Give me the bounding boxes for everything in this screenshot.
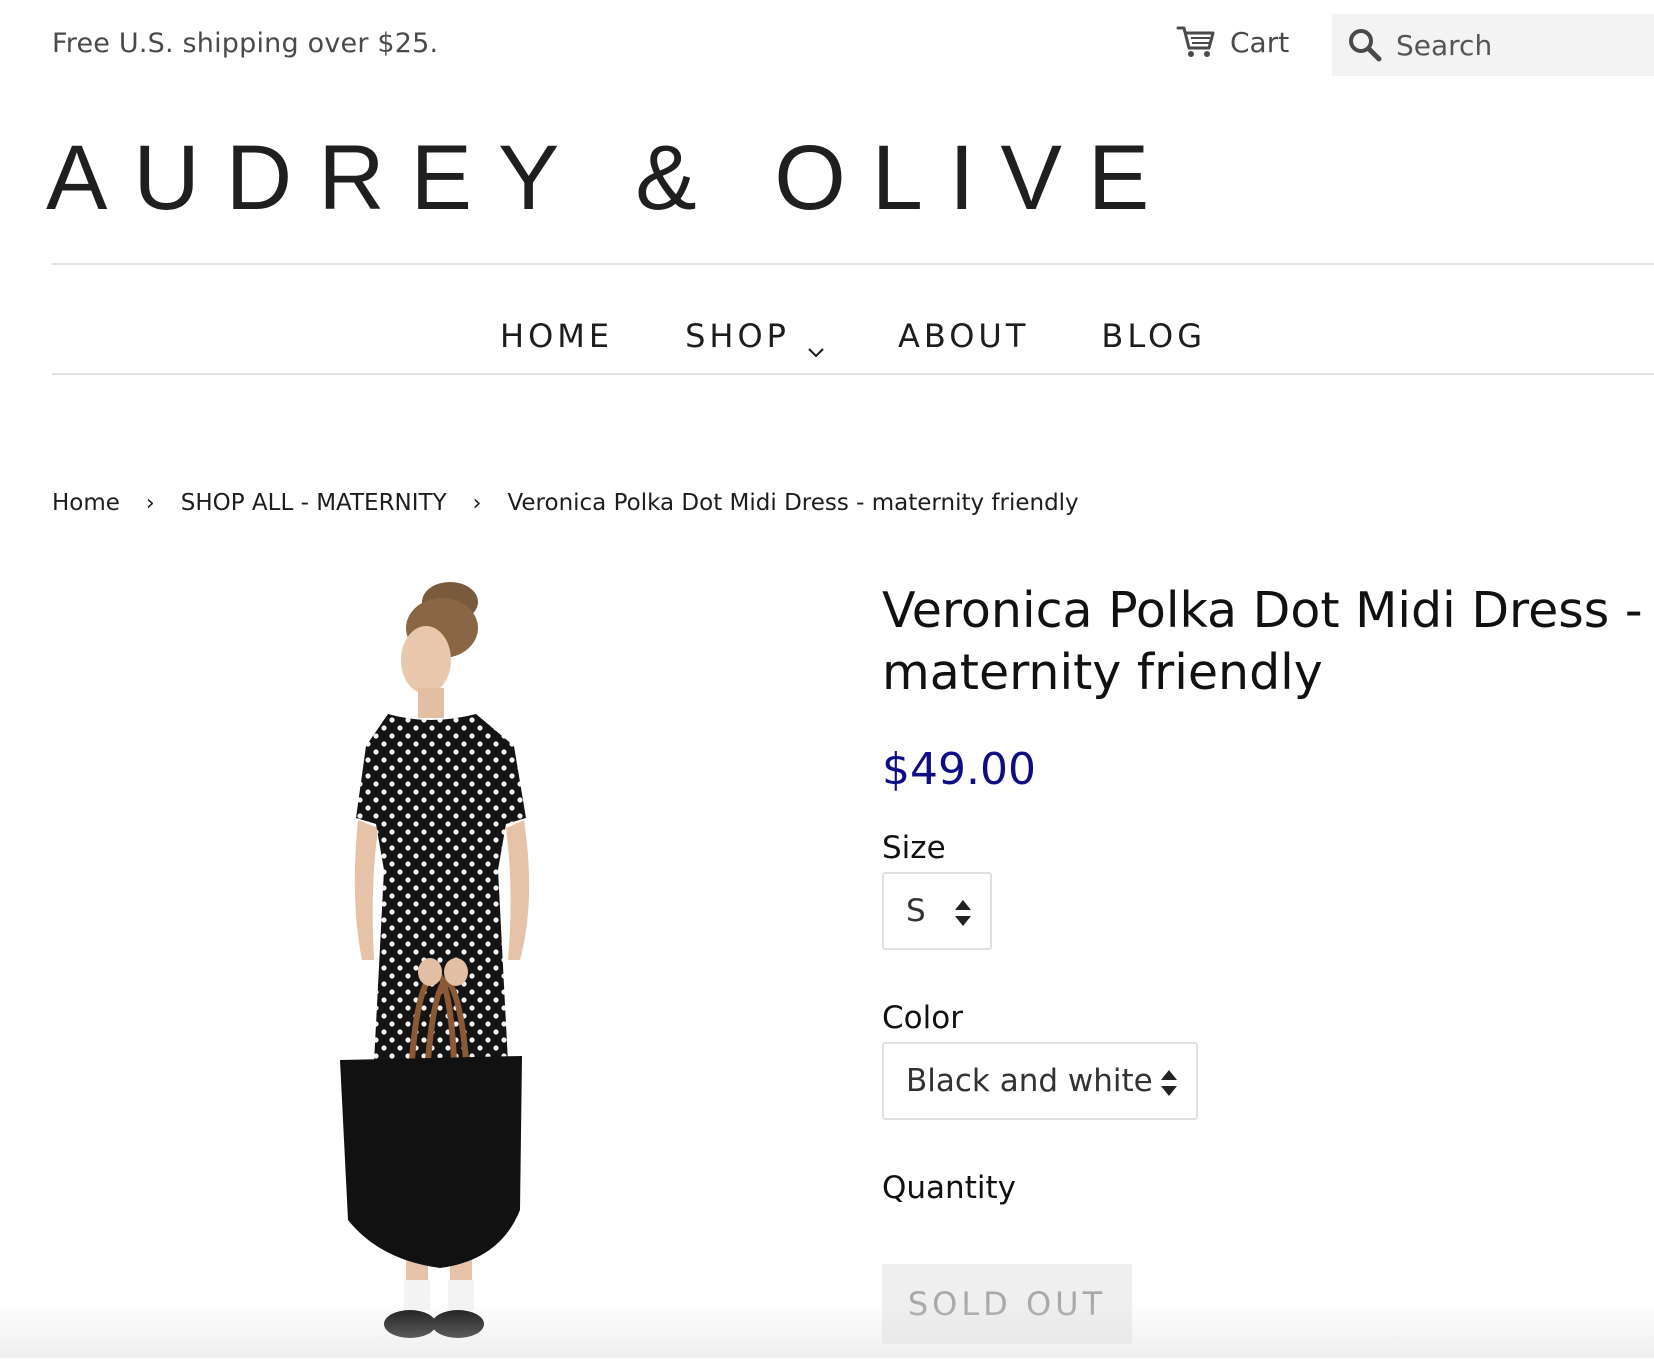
select-arrows-icon bbox=[954, 898, 972, 928]
cart-icon bbox=[1176, 24, 1216, 60]
cart-label: Cart bbox=[1230, 25, 1290, 59]
breadcrumb-separator: › bbox=[145, 490, 155, 516]
nav-item-label: ABOUT bbox=[897, 317, 1030, 355]
cart-link[interactable]: Cart bbox=[1176, 24, 1289, 60]
product-price: $49.00 bbox=[882, 744, 1036, 795]
size-selected-value: S bbox=[906, 893, 926, 929]
size-label: Size bbox=[882, 830, 946, 866]
sold-out-button[interactable]: SOLD OUT bbox=[882, 1264, 1132, 1344]
search-box bbox=[1332, 14, 1654, 76]
nav-item-label: SHOP bbox=[685, 317, 790, 355]
search-icon[interactable] bbox=[1348, 28, 1382, 62]
nav-bottom-divider bbox=[52, 373, 1654, 375]
nav-item-label: BLOG bbox=[1101, 317, 1206, 355]
search-input[interactable] bbox=[1394, 27, 1648, 63]
shipping-announcement: Free U.S. shipping over $25. bbox=[52, 28, 439, 59]
chevron-down-icon bbox=[806, 329, 826, 358]
breadcrumb-home[interactable]: Home bbox=[52, 490, 120, 516]
main-nav: HOME SHOP ABOUT BLOG bbox=[0, 278, 1654, 394]
select-arrows-icon bbox=[1160, 1068, 1178, 1098]
nav-item-blog[interactable]: BLOG bbox=[1101, 317, 1206, 355]
nav-item-label: HOME bbox=[500, 317, 614, 355]
breadcrumb-collection[interactable]: SHOP ALL - MATERNITY bbox=[181, 490, 447, 516]
top-bar: Free U.S. shipping over $25. Cart bbox=[0, 0, 1654, 90]
product-details: Veronica Polka Dot Midi Dress - maternit… bbox=[882, 580, 1654, 1344]
nav-item-about[interactable]: ABOUT bbox=[898, 317, 1029, 355]
size-select[interactable]: S bbox=[882, 872, 992, 950]
product-image[interactable] bbox=[300, 580, 600, 1358]
nav-item-shop[interactable]: SHOP bbox=[685, 317, 826, 358]
color-label: Color bbox=[882, 1000, 963, 1036]
site-logo[interactable]: AUDREY & OLIVE bbox=[46, 132, 1175, 224]
color-select[interactable]: Black and white bbox=[882, 1042, 1198, 1120]
nav-top-divider bbox=[52, 263, 1654, 265]
quantity-label: Quantity bbox=[882, 1170, 1016, 1206]
breadcrumb-current: Veronica Polka Dot Midi Dress - maternit… bbox=[507, 490, 1079, 516]
breadcrumb-separator: › bbox=[472, 490, 482, 516]
product-title: Veronica Polka Dot Midi Dress - maternit… bbox=[882, 582, 1643, 701]
bottom-scroll-shadow bbox=[0, 1300, 1654, 1358]
color-selected-value: Black and white bbox=[906, 1063, 1153, 1099]
nav-item-home[interactable]: HOME bbox=[500, 317, 613, 355]
breadcrumb: Home › SHOP ALL - MATERNITY › Veronica P… bbox=[52, 490, 1079, 516]
